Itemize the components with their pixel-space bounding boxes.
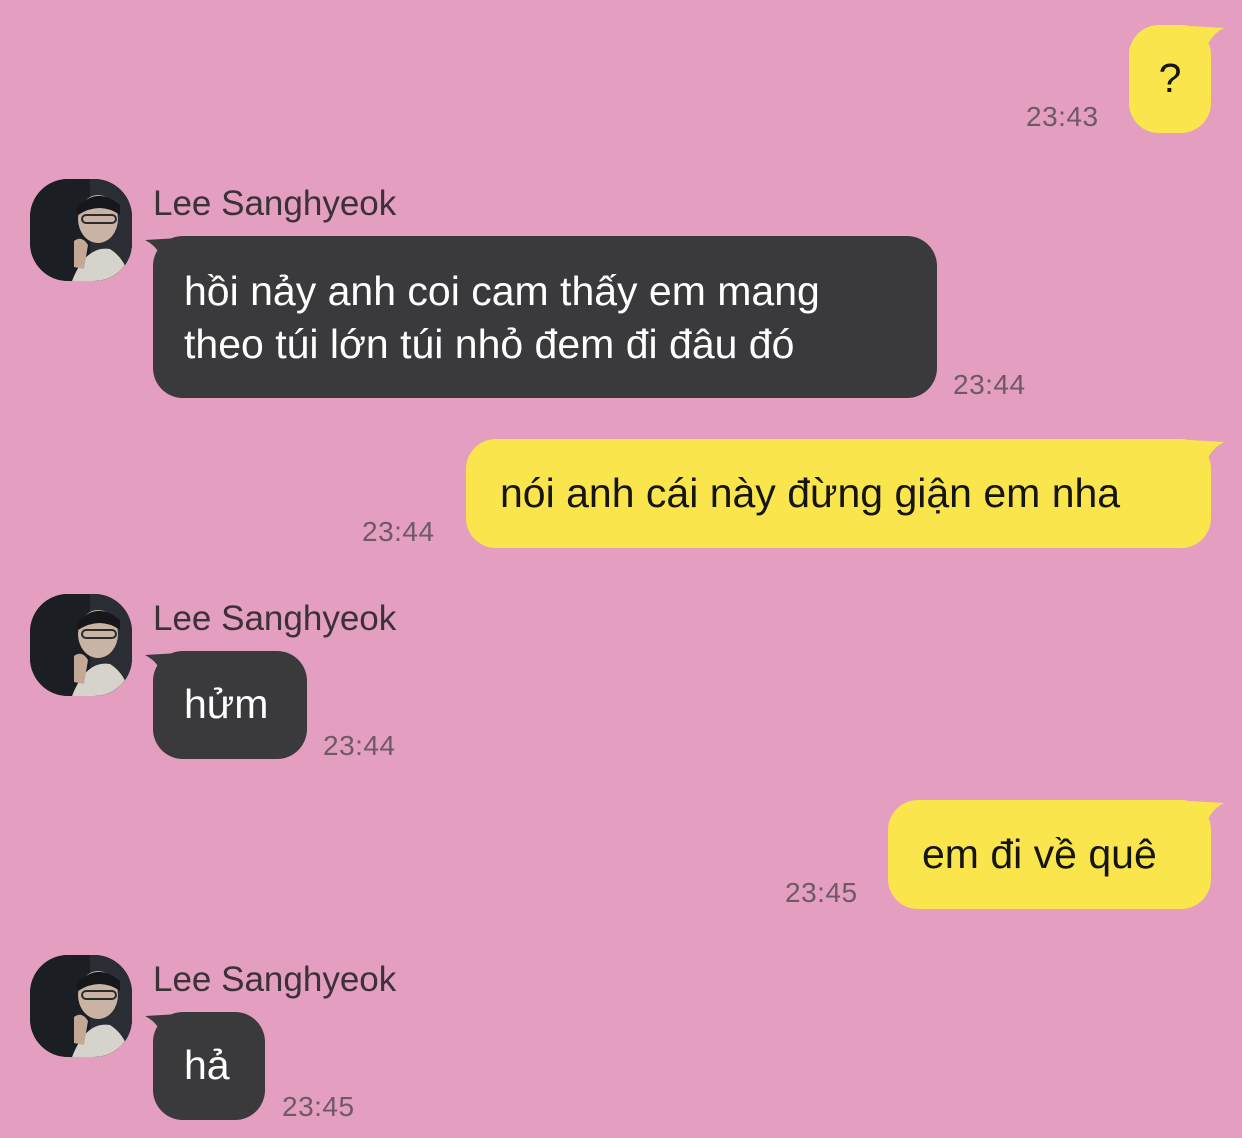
bubble-tail <box>1190 801 1224 831</box>
message-text: hả <box>184 1042 230 1088</box>
avatar[interactable] <box>30 179 132 281</box>
avatar-photo <box>30 594 132 696</box>
message-timestamp: 23:45 <box>785 877 858 908</box>
message-timestamp: 23:44 <box>953 369 1026 400</box>
avatar-photo <box>30 179 132 281</box>
bubble-tail <box>1190 440 1224 470</box>
message-bubble[interactable]: hả <box>153 1012 265 1120</box>
message-bubble[interactable]: em đi về quê <box>888 800 1211 909</box>
avatar[interactable] <box>30 594 132 696</box>
message-bubble[interactable]: nói anh cái này đừng giận em nha <box>466 439 1211 548</box>
message-timestamp: 23:44 <box>323 730 396 761</box>
message-text: em đi về quê <box>922 831 1157 877</box>
message-text: ? <box>1158 55 1182 101</box>
message-text: hửm <box>184 681 269 727</box>
message-bubble[interactable]: hồi nảy anh coi cam thấy em mang theo tú… <box>153 236 937 398</box>
message-timestamp: 23:45 <box>282 1091 355 1122</box>
message-text-line: theo túi lớn túi nhỏ đem đi đâu đó <box>184 321 795 367</box>
message-bubble[interactable]: hửm <box>153 651 307 759</box>
avatar[interactable] <box>30 955 132 1057</box>
message-timestamp: 23:44 <box>362 516 435 547</box>
message-text: nói anh cái này đừng giận em nha <box>500 470 1121 516</box>
bubble-tail <box>1190 26 1224 56</box>
message-text-line: hồi nảy anh coi cam thấy em mang <box>184 268 820 314</box>
message-timestamp: 23:43 <box>1026 101 1099 132</box>
sender-name: Lee Sanghyeok <box>153 960 397 999</box>
avatar-photo <box>30 955 132 1057</box>
sender-name: Lee Sanghyeok <box>153 599 397 638</box>
chat-view[interactable]: ? 23:43 Lee Sanghyeok hồi nảy anh coi ca… <box>0 0 1242 1138</box>
sender-name: Lee Sanghyeok <box>153 184 397 223</box>
